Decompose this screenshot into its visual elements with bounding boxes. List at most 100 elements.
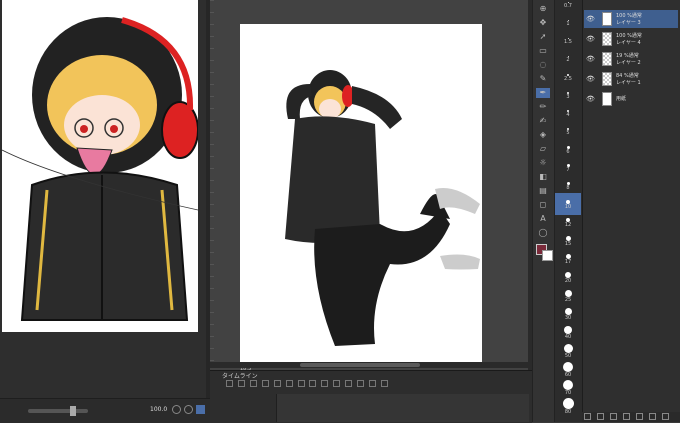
brush-size-item[interactable]: 1.5 bbox=[556, 38, 580, 45]
brush-size-item[interactable]: 15 bbox=[556, 236, 580, 247]
reference-canvas[interactable] bbox=[2, 0, 198, 332]
brush-size-item[interactable]: 80 bbox=[556, 398, 580, 415]
zoom-out-icon[interactable] bbox=[172, 405, 181, 414]
brush-size-label: 25 bbox=[564, 297, 572, 303]
eye-icon[interactable]: 👁 bbox=[586, 75, 595, 83]
layer-row[interactable]: 👁 100 %通常 レイヤー 4 bbox=[584, 30, 678, 48]
pencil-tool-icon[interactable]: ✏ bbox=[536, 102, 550, 112]
onion-skin-icon[interactable] bbox=[333, 380, 341, 387]
brush-size-label: 50 bbox=[564, 353, 572, 359]
jumping-figure-drawing bbox=[285, 70, 480, 346]
camera-icon[interactable] bbox=[380, 380, 388, 387]
new-folder-icon[interactable] bbox=[609, 413, 617, 420]
brush-size-label: 7 bbox=[566, 167, 570, 173]
layer-mask-icon[interactable] bbox=[648, 413, 656, 420]
brush-size-item[interactable]: 7 bbox=[556, 164, 580, 173]
brush-size-item[interactable]: 2.5 bbox=[556, 74, 580, 82]
brush-size-item[interactable]: 3 bbox=[556, 92, 580, 100]
layer-row[interactable]: 👁 用紙 bbox=[584, 90, 678, 108]
brush-size-item[interactable]: 40 bbox=[556, 326, 580, 340]
eye-icon[interactable]: 👁 bbox=[586, 55, 595, 63]
select-tool-icon[interactable]: ▭ bbox=[536, 46, 550, 56]
reference-zoom-slider[interactable] bbox=[28, 409, 88, 413]
new-vector-layer-icon[interactable] bbox=[596, 413, 604, 420]
brush-size-item[interactable]: 30 bbox=[556, 308, 580, 321]
brush-size-label: 17 bbox=[564, 259, 572, 265]
brush-size-label: 15 bbox=[564, 241, 572, 247]
layer-row[interactable]: 👁 84 %通常 レイヤー 1 bbox=[584, 70, 678, 88]
brush-size-label: 60 bbox=[564, 372, 572, 378]
brush-size-label: 80 bbox=[564, 409, 572, 415]
layer-opacity-blend: 84 %通常 bbox=[616, 73, 639, 79]
brush-size-item[interactable]: 4 bbox=[556, 110, 580, 118]
zoom-in-icon[interactable] bbox=[184, 405, 193, 414]
eye-icon[interactable]: 👁 bbox=[586, 95, 595, 103]
balloon-tool-icon[interactable]: ◯ bbox=[536, 228, 550, 238]
brush-size-item[interactable]: 17 bbox=[556, 254, 580, 265]
move-tool-icon[interactable]: ➚ bbox=[536, 32, 550, 42]
brush-size-label: 30 bbox=[564, 315, 572, 321]
trash-icon[interactable] bbox=[661, 413, 669, 420]
edit-timeline-icon[interactable] bbox=[237, 380, 245, 387]
fill-tool-icon[interactable]: ◧ bbox=[536, 172, 550, 182]
zoom-timeline-icon[interactable] bbox=[249, 380, 257, 387]
horizontal-scroll-thumb[interactable] bbox=[300, 363, 420, 367]
brush-size-label: 12 bbox=[564, 222, 572, 228]
brush-size-item[interactable]: 50 bbox=[556, 344, 580, 359]
brush-size-item[interactable]: 25 bbox=[556, 290, 580, 303]
brush-size-item[interactable]: 1 bbox=[556, 20, 580, 27]
prev-frame-icon[interactable] bbox=[273, 380, 281, 387]
brush-size-label: 6 bbox=[566, 149, 570, 155]
brush-size-item[interactable]: 20 bbox=[556, 272, 580, 284]
airbrush-icon[interactable]: ◈ bbox=[536, 130, 550, 140]
gradient-icon[interactable]: ▤ bbox=[536, 186, 550, 196]
brush-size-label: 0.7 bbox=[564, 3, 572, 9]
last-frame-icon[interactable] bbox=[309, 380, 317, 387]
brush-size-label: 40 bbox=[564, 334, 572, 340]
specify-cel-icon[interactable] bbox=[357, 380, 365, 387]
brush-size-label: 2.5 bbox=[564, 76, 572, 82]
new-timeline-icon[interactable] bbox=[226, 380, 233, 387]
eraser-icon[interactable]: ▱ bbox=[536, 144, 550, 154]
rotate-icon[interactable] bbox=[196, 405, 205, 414]
figure-tool-icon[interactable]: ◻ bbox=[536, 200, 550, 210]
light-table-icon[interactable] bbox=[369, 380, 377, 387]
brush-size-item[interactable]: 8 bbox=[556, 182, 580, 191]
layer-row[interactable]: 👁 100 %通常 レイヤー 3 bbox=[584, 10, 678, 28]
brush-size-item[interactable]: 0.7 bbox=[556, 2, 580, 9]
transfer-down-icon[interactable] bbox=[622, 413, 630, 420]
eye-icon[interactable]: 👁 bbox=[586, 15, 595, 23]
new-cel-icon[interactable] bbox=[345, 380, 353, 387]
brush-tool-icon[interactable]: ✍ bbox=[536, 116, 550, 126]
brush-size-label: 4 bbox=[566, 112, 570, 118]
hand-tool-icon[interactable]: ✥ bbox=[536, 18, 550, 28]
brush-size-item[interactable]: 10 bbox=[556, 200, 580, 210]
pen-tool-icon[interactable]: ✒ bbox=[536, 88, 550, 98]
brush-size-dot bbox=[564, 308, 572, 315]
first-frame-icon[interactable] bbox=[261, 380, 269, 387]
blend-tool-icon[interactable]: ☼ bbox=[536, 158, 550, 168]
background-color-swatch[interactable] bbox=[542, 250, 553, 261]
eyedropper-icon[interactable]: ✎ bbox=[536, 74, 550, 84]
layer-row[interactable]: 👁 19 %通常 レイヤー 2 bbox=[584, 50, 678, 68]
main-canvas[interactable] bbox=[240, 24, 482, 364]
brush-size-item[interactable]: 5 bbox=[556, 128, 580, 136]
text-tool-icon[interactable]: A bbox=[536, 214, 550, 224]
brush-size-item[interactable]: 70 bbox=[556, 380, 580, 396]
reference-zoom-value: 100.0 bbox=[150, 406, 168, 413]
brush-size-item[interactable]: 6 bbox=[556, 146, 580, 155]
brush-size-item[interactable]: 60 bbox=[556, 362, 580, 378]
next-frame-icon[interactable] bbox=[297, 380, 305, 387]
play-icon[interactable] bbox=[285, 380, 293, 387]
timeline-track[interactable] bbox=[276, 394, 529, 422]
loop-icon[interactable] bbox=[321, 380, 329, 387]
reference-zoom-knob[interactable] bbox=[70, 406, 76, 416]
new-raster-layer-icon[interactable] bbox=[584, 413, 591, 420]
combine-down-icon[interactable] bbox=[635, 413, 643, 420]
brush-size-item[interactable]: 12 bbox=[556, 218, 580, 228]
brush-size-dot bbox=[564, 326, 572, 334]
lasso-tool-icon[interactable]: ◌ bbox=[536, 60, 550, 70]
zoom-tool-icon[interactable]: ⊕ bbox=[536, 4, 550, 14]
brush-size-item[interactable]: 2 bbox=[556, 56, 580, 63]
eye-icon[interactable]: 👁 bbox=[586, 35, 595, 43]
